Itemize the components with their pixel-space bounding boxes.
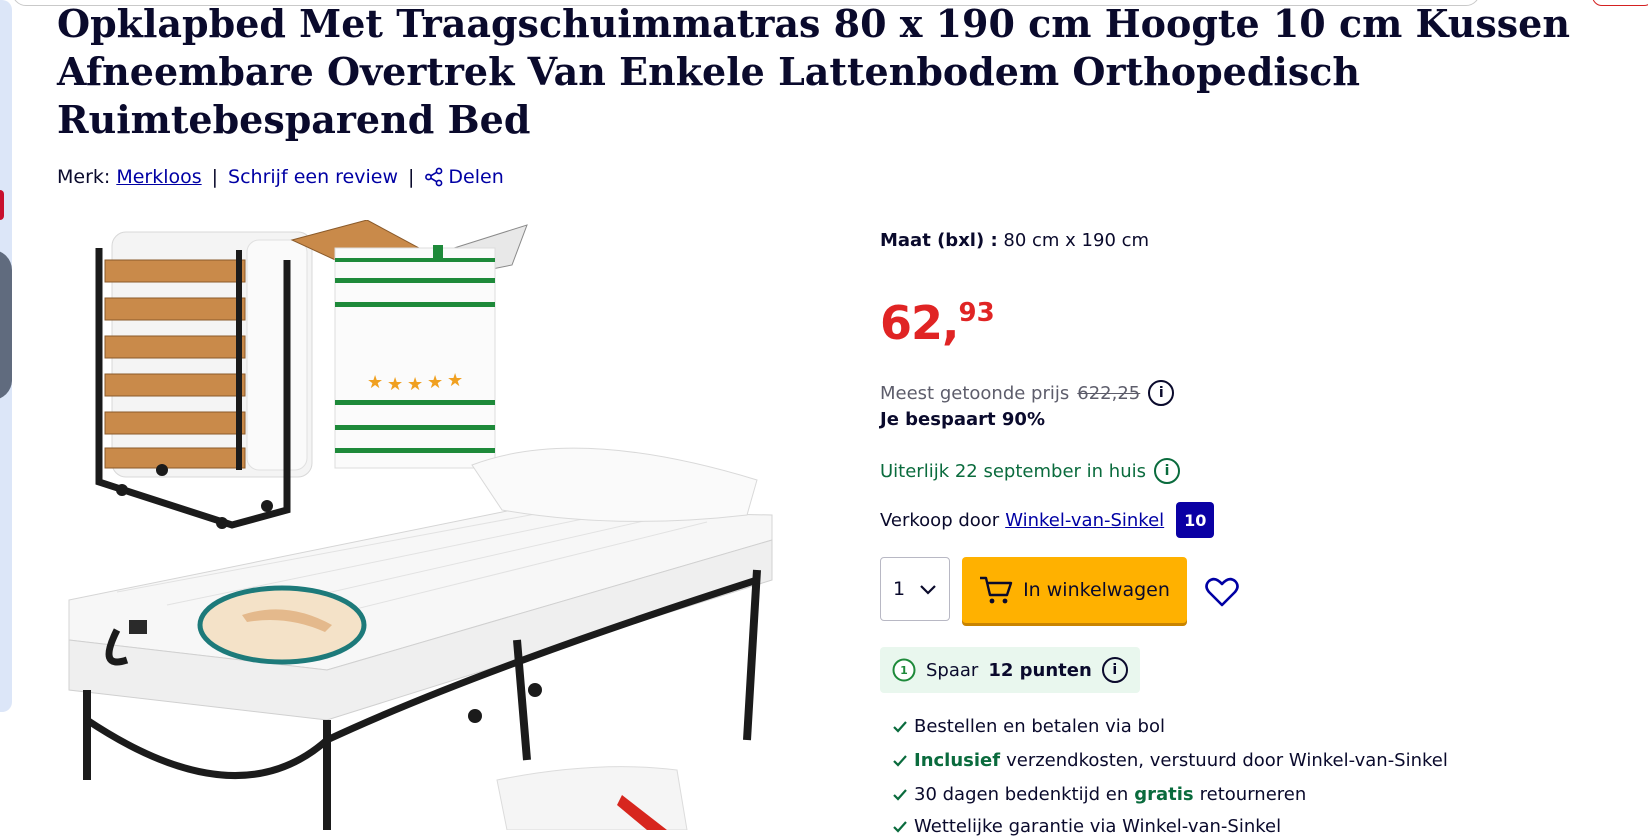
info-icon[interactable]: i (1148, 380, 1175, 406)
saving-text: Je bespaart 90% (880, 409, 1045, 430)
cart-icon (980, 576, 1013, 604)
brand-label: Merk: (57, 166, 111, 188)
check-icon (893, 788, 907, 801)
product-meta: Merk: Merkloos | Schrijf een review | De… (57, 166, 504, 188)
box-image: ★ ★ ★ ★ ★ (290, 220, 528, 469)
quantity-value: 1 (893, 578, 906, 600)
usp-item: Inclusief verzendkosten, verstuurd door … (892, 750, 1448, 771)
reference-price: Meest getoonde prijs 622,25 i (880, 380, 1175, 406)
points-value: 12 punten (988, 659, 1092, 681)
usp-item: Wettelijke garantie via Winkel-van-Sinke… (892, 816, 1281, 837)
chevron-down-icon (920, 585, 936, 595)
check-icon (893, 820, 907, 833)
add-to-cart-button[interactable]: In winkelwagen (962, 557, 1187, 623)
reference-label: Meest getoonde prijs (880, 382, 1070, 404)
usp-text: Wettelijke garantie via Winkel-van-Sinke… (914, 816, 1282, 837)
svg-text:★: ★ (407, 374, 423, 395)
check-icon (893, 720, 907, 733)
svg-text:★: ★ (367, 372, 383, 393)
reference-value: 622,25 (1077, 382, 1141, 404)
delivery-promise: Uiterlijk 22 september in huis i (880, 458, 1180, 484)
size-option: Maat (bxl) : 80 cm x 190 cm (880, 230, 1149, 251)
quantity-select[interactable]: 1 (880, 557, 950, 621)
loyalty-points: 1 Spaar 12 punten i (880, 647, 1140, 693)
heart-icon[interactable] (1205, 576, 1239, 608)
folded-bed-image (95, 231, 313, 529)
share-label: Delen (448, 166, 504, 188)
pillow-image (496, 766, 688, 830)
share-icon (425, 167, 443, 187)
usp-bold: Inclusief (914, 750, 1001, 771)
points-prefix: Spaar (926, 659, 979, 681)
price-cents: 93 (958, 298, 995, 328)
side-panel-edge (0, 0, 12, 712)
share-link[interactable]: Delen (424, 166, 504, 188)
svg-text:★: ★ (387, 374, 403, 395)
side-thumbnail (0, 250, 12, 400)
points-badge-icon: 1 (892, 658, 916, 682)
write-review-link[interactable]: Schrijf een review (228, 166, 398, 188)
side-badge (0, 190, 4, 220)
separator: | (211, 166, 219, 188)
size-label: Maat (bxl) : (880, 230, 998, 251)
seller-link[interactable]: Winkel-van-Sinkel (1005, 510, 1164, 531)
product-title: Opklapbed Met Traagschuimmatras 80 x 190… (57, 1, 1570, 142)
seller-label: Verkoop door (880, 509, 1000, 531)
product-image[interactable]: ★ ★ ★ ★ ★ (57, 220, 817, 830)
info-icon[interactable]: i (1101, 657, 1128, 683)
separator: | (408, 166, 415, 188)
usp-text: Bestellen en betalen via bol (914, 716, 1165, 737)
size-value: 80 cm x 190 cm (1003, 230, 1150, 251)
usp-bold: gratis (1134, 784, 1194, 805)
svg-text:1: 1 (900, 664, 908, 677)
svg-text:★: ★ (427, 372, 443, 393)
info-icon[interactable]: i (1153, 458, 1180, 484)
usp-item: 30 dagen bedenktijd en gratis retournere… (892, 784, 1306, 805)
seller-score-badge[interactable]: 10 (1176, 502, 1215, 538)
check-icon (893, 754, 907, 767)
usp-text: 30 dagen bedenktijd en (914, 784, 1129, 805)
price: 62,93 (880, 296, 995, 350)
usp-text: retourneren (1199, 784, 1307, 805)
price-main: 62, (880, 296, 959, 350)
seller-info: Verkoop door Winkel-van-Sinkel 10 (880, 502, 1215, 538)
add-to-cart-label: In winkelwagen (1023, 579, 1170, 601)
svg-text:★: ★ (447, 370, 463, 391)
usp-text: verzendkosten, verstuurd door Winkel-van… (1006, 750, 1448, 771)
brand-link[interactable]: Merkloos (116, 166, 201, 188)
usp-item: Bestellen en betalen via bol (892, 716, 1165, 737)
delivery-text: Uiterlijk 22 september in huis (880, 460, 1146, 482)
